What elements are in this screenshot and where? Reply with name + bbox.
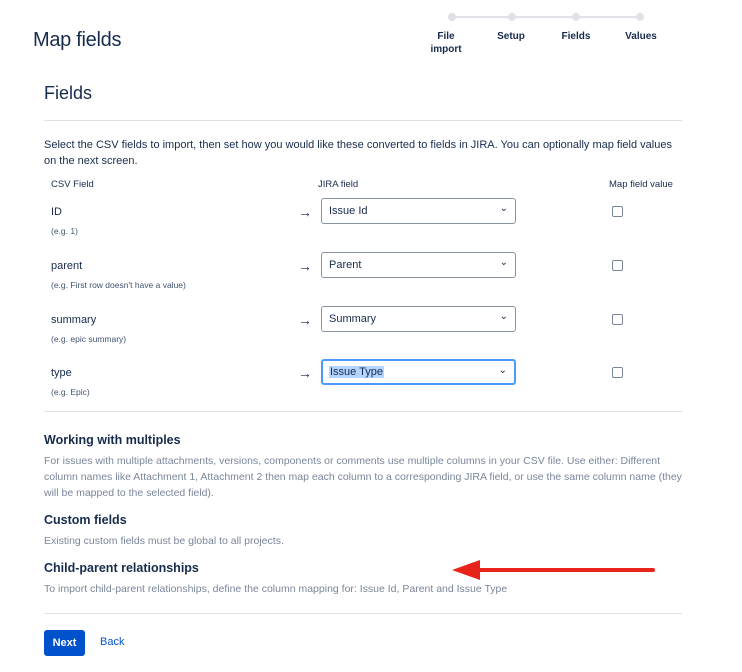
field-mapping-row: summary (e.g. epic summary) → Summary ⌄ <box>0 306 742 364</box>
multiples-text: For issues with multiple attachments, ve… <box>44 455 682 499</box>
multiples-heading: Working with multiples <box>44 433 181 447</box>
field-mapping-row: ID (e.g. 1) → Issue Id ⌄ <box>0 198 742 256</box>
arrow-right-icon: → <box>298 204 312 220</box>
divider <box>44 613 682 614</box>
arrow-right-icon: → <box>298 258 312 274</box>
csv-field-name: type <box>51 367 72 379</box>
divider <box>44 411 682 412</box>
chevron-down-icon: ⌄ <box>499 203 508 214</box>
arrow-right-icon: → <box>298 365 312 381</box>
jira-field-select[interactable]: Parent ⌄ <box>321 252 516 278</box>
csv-field-name: summary <box>51 314 97 326</box>
field-mapping-row: type (e.g. Epic) → Issue Type ⌄ <box>0 359 742 417</box>
map-field-value-checkbox[interactable] <box>612 367 623 378</box>
csv-field-name: parent <box>51 260 83 272</box>
child-parent-heading: Child-parent relationships <box>44 561 199 575</box>
select-value: Summary <box>329 313 377 325</box>
csv-field-example: (e.g. First row doesn't have a value) <box>51 280 186 290</box>
csv-field-example: (e.g. 1) <box>51 226 78 236</box>
back-link[interactable]: Back <box>100 636 124 648</box>
step-setup: Setup <box>497 31 525 42</box>
step-fields: Fields <box>561 31 591 42</box>
jira-field-select[interactable]: Issue Id ⌄ <box>321 198 516 224</box>
jira-field-select[interactable]: Issue Type ⌄ <box>321 359 516 385</box>
divider <box>44 120 682 121</box>
progress-track <box>452 16 642 18</box>
progress-dot <box>636 13 644 21</box>
select-value: Issue Type <box>329 366 384 378</box>
next-button[interactable]: Next <box>44 630 85 656</box>
column-header-jira-field: JIRA field <box>318 179 359 190</box>
progress-tracker: File import Setup Fields Values <box>424 10 674 60</box>
chevron-down-icon: ⌄ <box>499 311 508 322</box>
csv-field-name: ID <box>51 206 62 218</box>
arrow-right-icon: → <box>298 312 312 328</box>
select-value: Parent <box>329 259 362 271</box>
child-parent-text: To import child-parent relationships, de… <box>44 583 508 595</box>
progress-dot <box>448 13 456 21</box>
jira-field-select[interactable]: Summary ⌄ <box>321 306 516 332</box>
annotation-arrow-icon <box>452 560 655 580</box>
chevron-down-icon: ⌄ <box>498 365 507 376</box>
column-header-map-value: Map field value <box>609 179 673 190</box>
field-mapping-row: parent (e.g. First row doesn't have a va… <box>0 252 742 310</box>
intro-text: Select the CSV fields to import, then se… <box>44 139 672 167</box>
progress-dot <box>572 13 580 21</box>
csv-field-example: (e.g. epic summary) <box>51 334 127 344</box>
map-field-value-checkbox[interactable] <box>612 314 623 325</box>
map-field-value-checkbox[interactable] <box>612 206 623 217</box>
custom-fields-heading: Custom fields <box>44 513 127 527</box>
chevron-down-icon: ⌄ <box>499 257 508 268</box>
column-header-csv-field: CSV Field <box>51 179 94 190</box>
step-values: Values <box>625 31 657 42</box>
select-value: Issue Id <box>329 205 368 217</box>
map-field-value-checkbox[interactable] <box>612 260 623 271</box>
custom-fields-text: Existing custom fields must be global to… <box>44 535 284 547</box>
step-file-import: File import <box>430 31 462 55</box>
section-title: Fields <box>44 83 93 103</box>
page-title: Map fields <box>33 29 122 51</box>
csv-field-example: (e.g. Epic) <box>51 387 90 397</box>
progress-dot <box>508 13 516 21</box>
